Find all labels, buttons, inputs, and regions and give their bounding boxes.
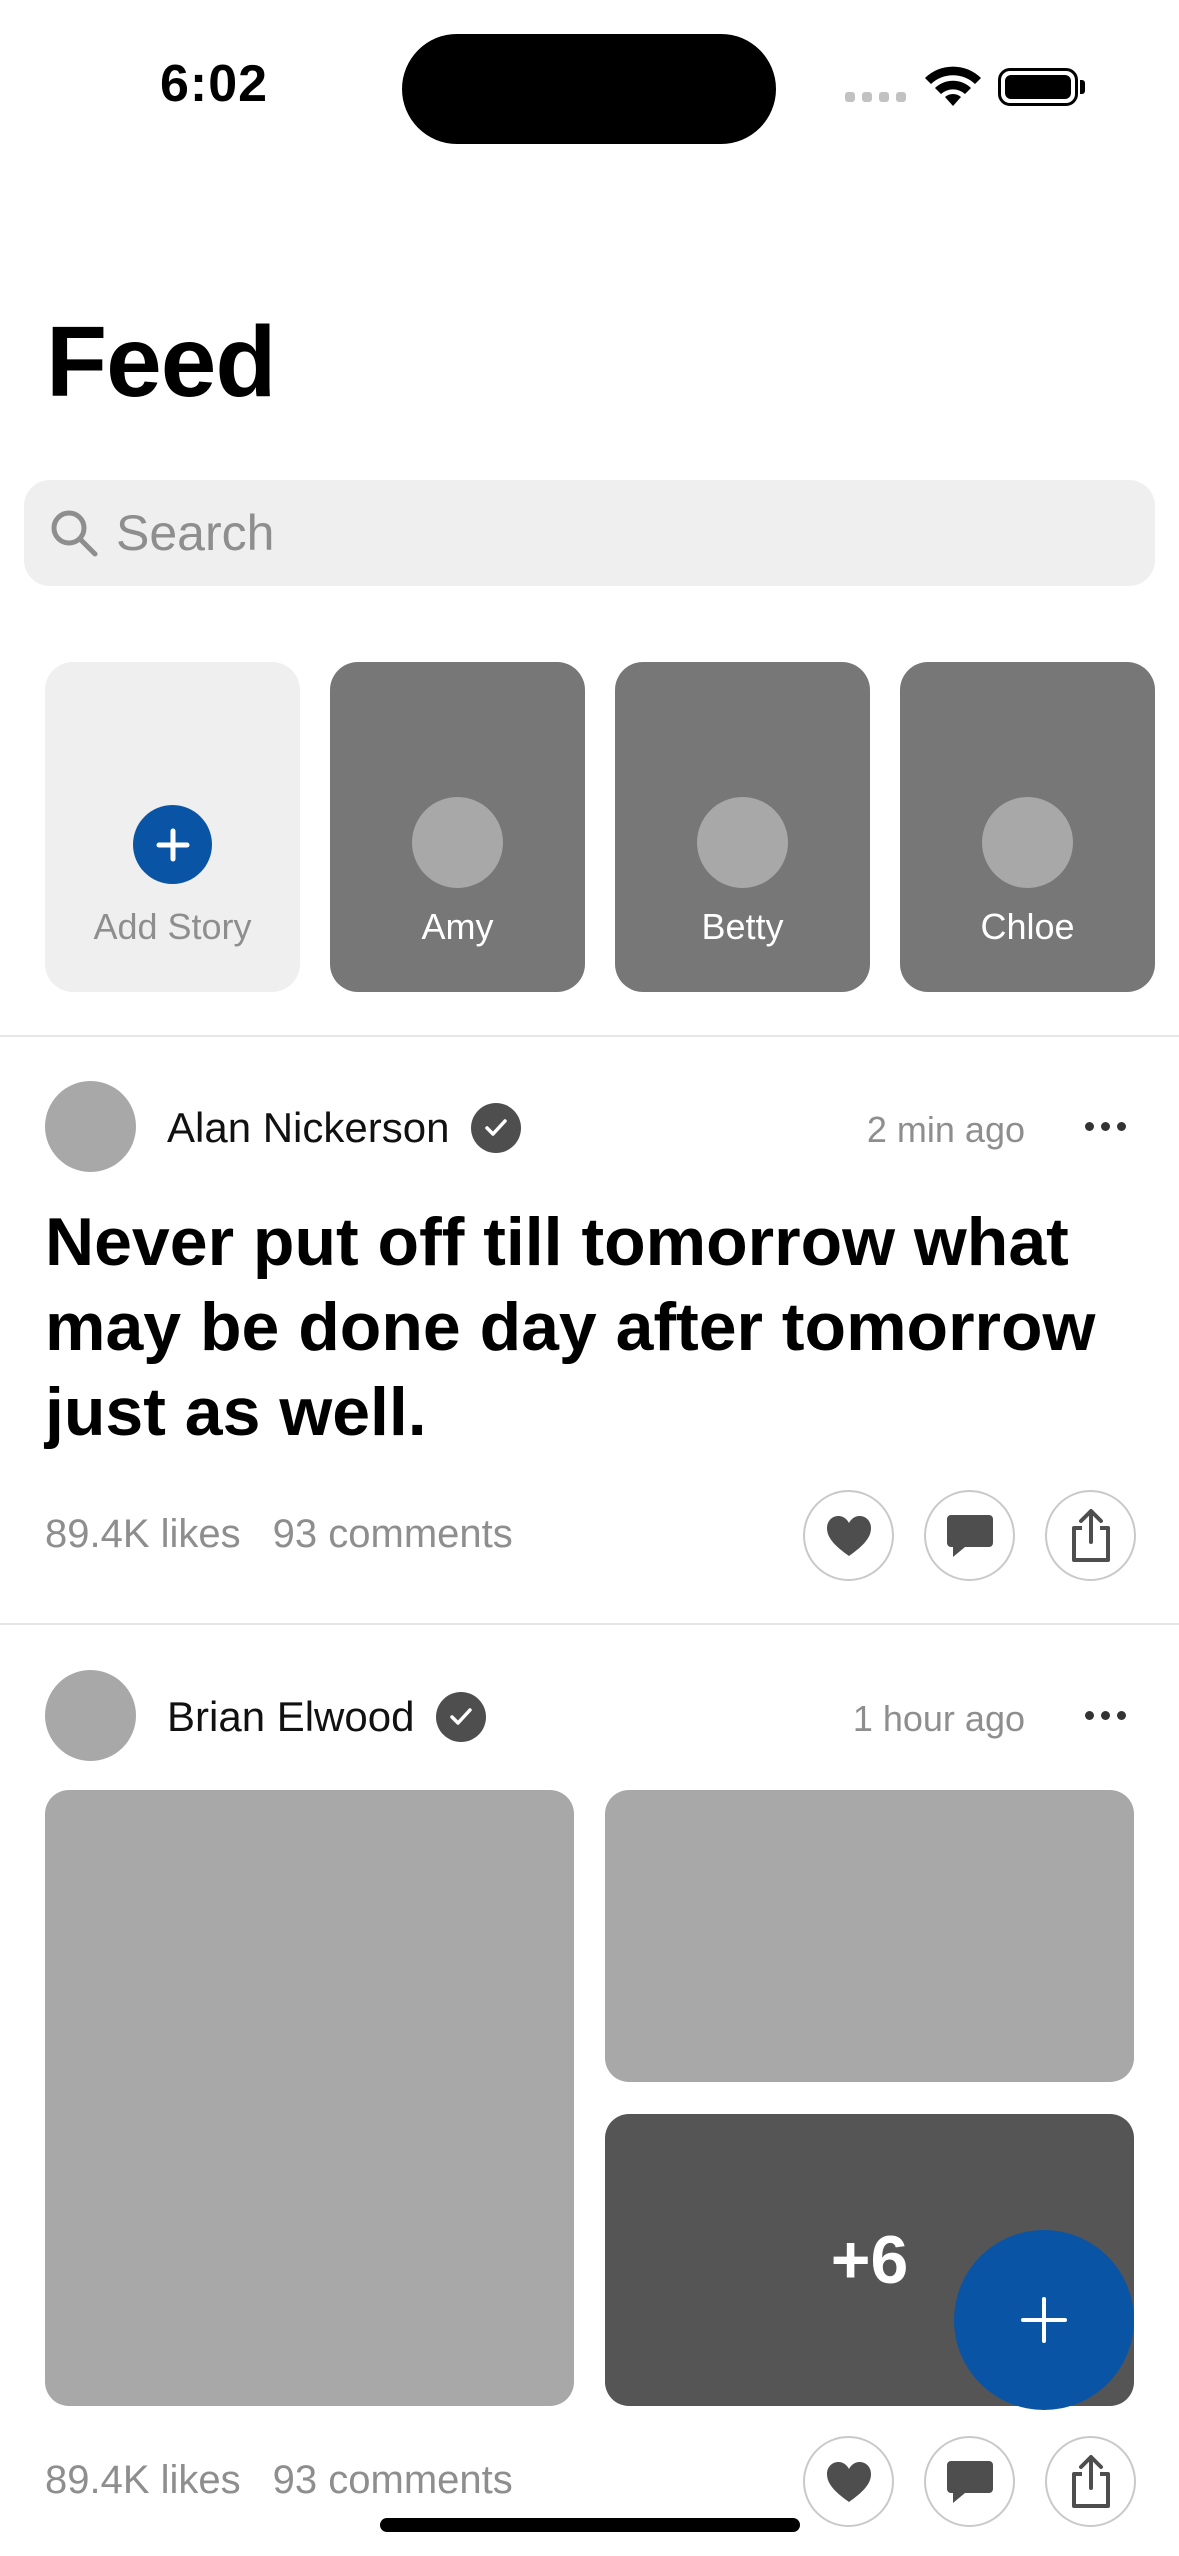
- story-tile-betty[interactable]: Betty: [615, 662, 870, 992]
- home-indicator[interactable]: [380, 2518, 800, 2532]
- post-actions: [803, 1490, 1136, 1581]
- likes-count[interactable]: 89.4K likes: [45, 1512, 241, 1557]
- comment-icon: [946, 2460, 993, 2503]
- search-input[interactable]: [116, 504, 1016, 562]
- post-header: Brian Elwood 1 hour ago: [45, 1670, 1135, 1762]
- verified-icon: [471, 1103, 522, 1153]
- avatar[interactable]: [45, 1670, 136, 1761]
- post-stats: 89.4K likes 93 comments: [45, 1512, 513, 1557]
- post-image[interactable]: [45, 1790, 574, 2406]
- more-options-icon[interactable]: [1075, 1101, 1135, 1151]
- story-tile-amy[interactable]: Amy: [330, 662, 585, 992]
- cellular-signal-icon: [845, 92, 906, 102]
- post-stats: 89.4K likes 93 comments: [45, 2458, 513, 2503]
- heart-icon: [826, 2461, 871, 2502]
- divider: [0, 1623, 1179, 1625]
- share-icon: [1071, 1508, 1110, 1562]
- comment-icon: [946, 1514, 993, 1557]
- verified-icon: [436, 1692, 487, 1742]
- post-header: Alan Nickerson 2 min ago: [45, 1081, 1135, 1173]
- divider: [0, 1035, 1179, 1037]
- add-story-tile[interactable]: Add Story: [45, 662, 300, 992]
- share-button[interactable]: [1045, 1490, 1136, 1581]
- stories-row: Add Story Amy Betty Chloe: [45, 662, 1155, 992]
- status-bar: 6:02: [0, 0, 1179, 170]
- comments-count[interactable]: 93 comments: [273, 2458, 513, 2503]
- dynamic-island: [402, 34, 776, 144]
- story-name: Add Story: [93, 906, 252, 947]
- share-icon: [1071, 2454, 1110, 2508]
- post-text: Never put off till tomorrow what may be …: [45, 1204, 1096, 1450]
- comment-button[interactable]: [924, 2436, 1015, 2527]
- more-images-count: +6: [830, 2222, 909, 2298]
- comments-count[interactable]: 93 comments: [273, 1512, 513, 1557]
- story-name: Amy: [421, 906, 494, 947]
- status-time: 6:02: [160, 55, 269, 113]
- like-button[interactable]: [803, 2436, 894, 2527]
- comment-button[interactable]: [924, 1490, 1015, 1581]
- battery-cap: [1080, 80, 1085, 94]
- likes-count[interactable]: 89.4K likes: [45, 2458, 241, 2503]
- story-name: Chloe: [980, 906, 1075, 947]
- share-button[interactable]: [1045, 2436, 1136, 2527]
- wifi-icon: [925, 66, 981, 113]
- avatar[interactable]: [45, 1081, 136, 1172]
- plus-icon: [1021, 2297, 1067, 2343]
- author-name: Alan Nickerson: [167, 1104, 450, 1151]
- post-author[interactable]: Brian Elwood: [167, 1692, 487, 1742]
- avatar: [697, 797, 788, 888]
- author-name: Brian Elwood: [167, 1693, 415, 1740]
- search-bar[interactable]: [24, 480, 1155, 586]
- post-time: 2 min ago: [866, 1109, 1025, 1150]
- more-options-icon[interactable]: [1075, 1690, 1135, 1740]
- post-author[interactable]: Alan Nickerson: [167, 1103, 522, 1153]
- story-tile-chloe[interactable]: Chloe: [900, 662, 1155, 992]
- compose-button[interactable]: [954, 2230, 1134, 2410]
- plus-icon: [133, 805, 212, 884]
- avatar: [412, 797, 503, 888]
- post-actions: [803, 2436, 1136, 2527]
- avatar: [982, 797, 1073, 888]
- search-icon: [44, 503, 104, 563]
- like-button[interactable]: [803, 1490, 894, 1581]
- heart-icon: [826, 1515, 871, 1556]
- battery-icon: [998, 68, 1078, 106]
- post-time: 1 hour ago: [852, 1698, 1025, 1739]
- page-title: Feed: [46, 306, 276, 418]
- post-image[interactable]: [605, 1790, 1134, 2082]
- story-name: Betty: [701, 906, 784, 947]
